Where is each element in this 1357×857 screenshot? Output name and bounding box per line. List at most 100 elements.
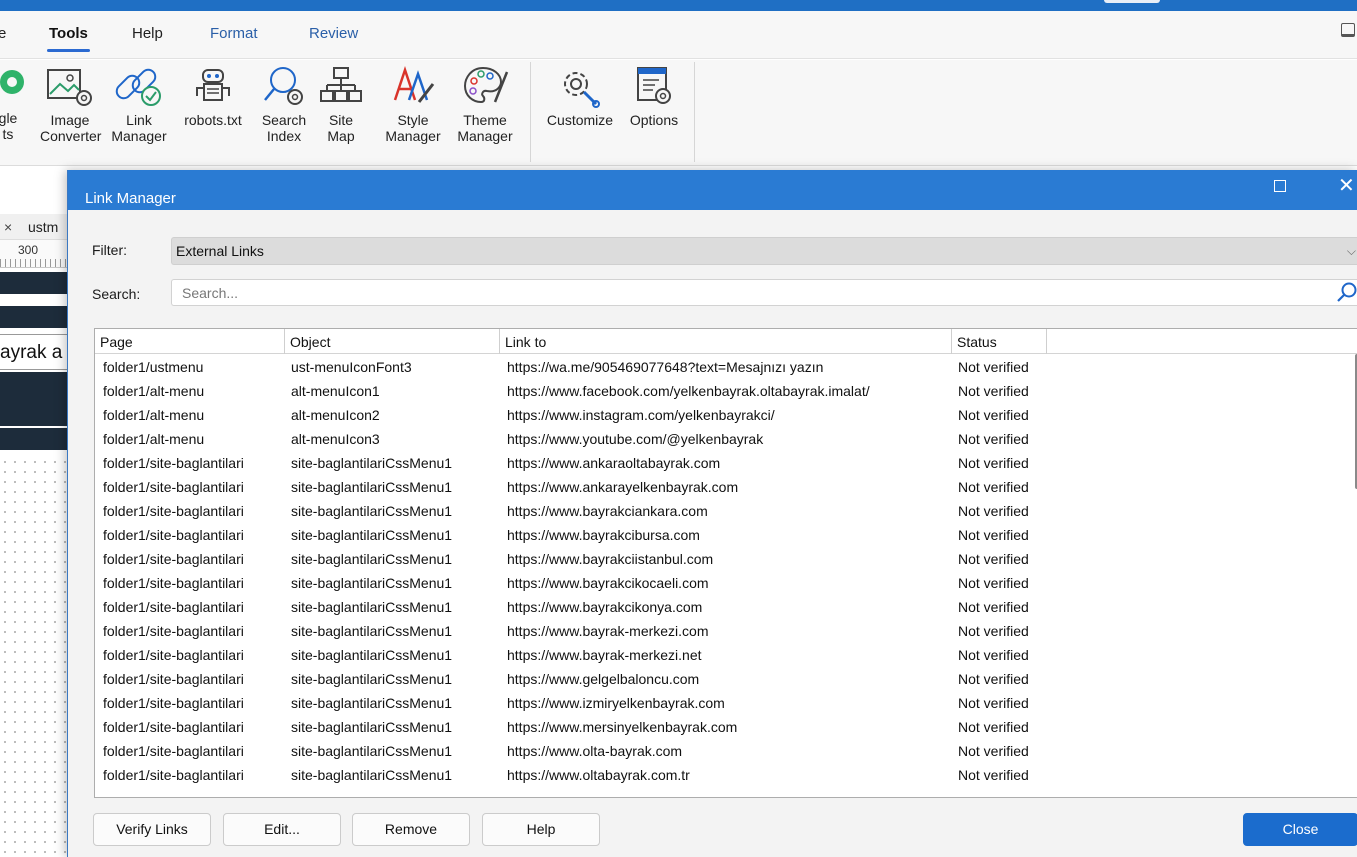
table-row[interactable]: folder1/site-baglantilari site-baglantila… <box>95 668 1357 692</box>
cell-status: Not verified <box>958 407 1029 423</box>
cell-page: folder1/site-baglantilari <box>103 647 244 663</box>
google-fonts-button[interactable]: gle ts <box>0 64 24 142</box>
dialog-title-bar: Link Manager ✕ <box>68 170 1357 210</box>
cell-status: Not verified <box>958 503 1029 519</box>
table-row[interactable]: folder1/site-baglantilari site-baglantila… <box>95 476 1357 500</box>
cell-status: Not verified <box>958 455 1029 471</box>
tab-help[interactable]: Help <box>132 25 163 42</box>
document-tabs: × ustm <box>0 214 70 240</box>
close-tab-icon[interactable]: × <box>4 219 12 235</box>
table-row[interactable]: folder1/site-baglantilari site-baglantila… <box>95 548 1357 572</box>
cell-page: folder1/site-baglantilari <box>103 551 244 567</box>
table-row[interactable]: folder1/site-baglantilari site-baglantila… <box>95 572 1357 596</box>
cell-page: folder1/alt-menu <box>103 383 205 399</box>
cell-status: Not verified <box>958 575 1029 591</box>
table-row[interactable]: folder1/site-baglantilari site-baglantila… <box>95 524 1357 548</box>
cell-link-to: https://www.bayrak-merkezi.com <box>507 623 709 639</box>
link-manager-icon <box>115 68 161 106</box>
tab-review[interactable]: Review <box>309 25 358 42</box>
remove-button[interactable]: Remove <box>352 813 470 846</box>
table-row[interactable]: folder1/alt-menu alt-menuIcon2 https://www… <box>95 404 1357 428</box>
design-canvas[interactable] <box>0 457 70 857</box>
cell-object: site-baglantilariCssMenu1 <box>291 503 453 519</box>
cell-link-to: https://wa.me/905469077648?text=Mesajnız… <box>507 359 824 375</box>
filter-dropdown[interactable]: External Links ⌵ <box>171 237 1357 265</box>
close-icon[interactable]: ✕ <box>1338 173 1355 198</box>
ribbon-separator <box>694 62 695 162</box>
cell-object: alt-menuIcon3 <box>291 431 380 447</box>
customize-button[interactable]: Customize <box>540 64 620 128</box>
table-row[interactable]: folder1/site-baglantilari site-baglantila… <box>95 716 1357 740</box>
cell-object: site-baglantilariCssMenu1 <box>291 695 453 711</box>
tab-tools[interactable]: Tools <box>47 25 90 52</box>
column-header-link-to[interactable]: Link to <box>500 329 952 354</box>
table-row[interactable]: folder1/alt-menu alt-menuIcon1 https://www… <box>95 380 1357 404</box>
help-button[interactable]: Help <box>482 813 600 846</box>
column-header-object[interactable]: Object <box>285 329 500 354</box>
image-converter-button[interactable]: Image Converter <box>40 64 101 144</box>
filter-value: External Links <box>176 243 264 259</box>
cell-object: alt-menuIcon1 <box>291 383 380 399</box>
cell-status: Not verified <box>958 383 1029 399</box>
editor-dark-band <box>0 428 70 450</box>
verify-links-button[interactable]: Verify Links <box>93 813 211 846</box>
cell-object: site-baglantilariCssMenu1 <box>291 455 453 471</box>
cell-object: site-baglantilariCssMenu1 <box>291 647 453 663</box>
table-row[interactable]: folder1/site-baglantilari site-baglantila… <box>95 500 1357 524</box>
table-row[interactable]: folder1/site-baglantilari site-baglantila… <box>95 452 1357 476</box>
cell-object: site-baglantilariCssMenu1 <box>291 767 453 783</box>
search-input[interactable] <box>171 279 1357 306</box>
close-button[interactable]: Close <box>1243 813 1357 846</box>
tab-file[interactable]: e <box>0 25 6 42</box>
links-table[interactable]: Page Object Link to Status folder1/ustme… <box>94 328 1357 798</box>
style-manager-button[interactable]: Style Manager <box>378 64 448 144</box>
robots-txt-button[interactable]: robots.txt <box>176 64 250 128</box>
table-row[interactable]: folder1/site-baglantilari site-baglantila… <box>95 596 1357 620</box>
cell-link-to: https://www.bayrakcibursa.com <box>507 527 700 543</box>
table-row[interactable]: folder1/site-baglantilari site-baglantila… <box>95 620 1357 644</box>
options-button[interactable]: Options <box>622 64 686 128</box>
table-row[interactable]: folder1/alt-menu alt-menuIcon3 https://www… <box>95 428 1357 452</box>
device-preview-icon[interactable] <box>1341 23 1355 37</box>
tab-format[interactable]: Format <box>210 25 258 42</box>
table-row[interactable]: folder1/site-baglantilari site-baglantila… <box>95 764 1357 788</box>
search-index-button[interactable]: Search Index <box>256 64 312 144</box>
cell-link-to: https://www.gelgelbaloncu.com <box>507 671 700 687</box>
cell-object: alt-menuIcon2 <box>291 407 380 423</box>
theme-manager-button[interactable]: Theme Manager <box>450 64 520 144</box>
title-bar-control[interactable] <box>1104 0 1160 3</box>
cell-page: folder1/site-baglantilari <box>103 695 244 711</box>
table-row[interactable]: folder1/site-baglantilari site-baglantila… <box>95 740 1357 764</box>
search-icon[interactable] <box>1336 281 1357 303</box>
robot-icon <box>196 69 230 101</box>
cell-status: Not verified <box>958 527 1029 543</box>
cell-link-to: https://www.olta-bayrak.com <box>507 743 683 759</box>
customize-icon <box>564 72 600 108</box>
cell-page: folder1/site-baglantilari <box>103 503 244 519</box>
cell-page: folder1/site-baglantilari <box>103 767 244 783</box>
site-map-button[interactable]: Site Map <box>318 64 364 144</box>
cell-status: Not verified <box>958 671 1029 687</box>
table-row[interactable]: folder1/site-baglantilari site-baglantila… <box>95 644 1357 668</box>
cell-link-to: https://www.ankarayelkenbayrak.com <box>507 479 739 495</box>
column-header-page[interactable]: Page <box>95 329 285 354</box>
cell-object: site-baglantilariCssMenu1 <box>291 479 453 495</box>
table-row[interactable]: folder1/ustmenu ust-menuIconFont3 https://… <box>95 356 1357 380</box>
edit-button[interactable]: Edit... <box>223 813 341 846</box>
image-converter-icon <box>47 69 92 106</box>
cell-link-to: https://www.bayrakciankara.com <box>507 503 708 519</box>
document-tab[interactable]: ustm <box>28 219 58 235</box>
cell-object: site-baglantilariCssMenu1 <box>291 551 453 567</box>
cell-link-to: https://www.instagram.com/yelkenbayrakci… <box>507 407 775 423</box>
link-manager-button[interactable]: Link Manager <box>104 64 174 144</box>
cell-status: Not verified <box>958 551 1029 567</box>
google-fonts-icon <box>0 70 24 94</box>
column-header-status[interactable]: Status <box>952 329 1047 354</box>
cell-status: Not verified <box>958 359 1029 375</box>
cell-object: site-baglantilariCssMenu1 <box>291 743 453 759</box>
maximize-icon[interactable] <box>1274 180 1286 192</box>
canvas-text-object[interactable]: ayrak a <box>0 334 70 370</box>
search-index-icon <box>264 67 303 105</box>
table-row[interactable]: folder1/site-baglantilari site-baglantila… <box>95 692 1357 716</box>
cell-page: folder1/site-baglantilari <box>103 575 244 591</box>
